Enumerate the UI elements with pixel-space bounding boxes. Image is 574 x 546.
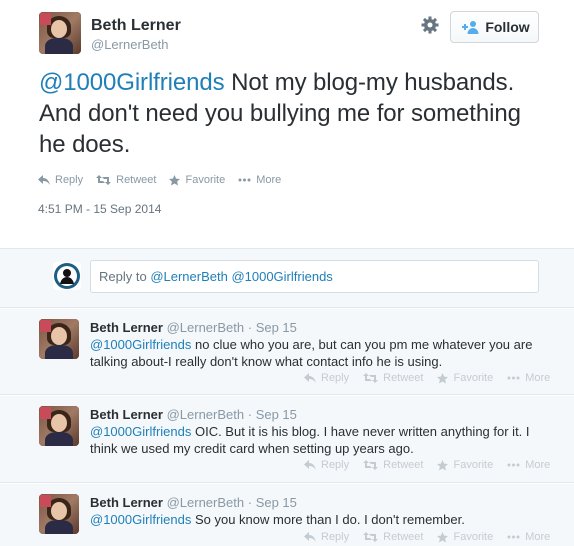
retweet-action[interactable]: Retweet bbox=[363, 459, 423, 471]
reply-label: Reply bbox=[321, 372, 350, 384]
user-avatar-icon bbox=[54, 263, 80, 289]
reply-action[interactable]: Reply bbox=[304, 372, 349, 384]
more-action[interactable]: More bbox=[238, 174, 281, 186]
star-icon bbox=[437, 531, 449, 542]
separator: · bbox=[244, 320, 256, 335]
star-icon bbox=[169, 174, 181, 185]
reply-actions: Reply Retweet Favorite More bbox=[304, 372, 564, 384]
reply-tweet: Beth Lerner @LernerBeth · Sep 15 @1000Gi… bbox=[0, 396, 574, 483]
reply-author-name[interactable]: Beth Lerner bbox=[90, 495, 163, 510]
reply-avatar[interactable] bbox=[39, 494, 79, 534]
separator: · bbox=[244, 407, 256, 422]
more-dots-icon bbox=[238, 178, 251, 182]
retweet-action[interactable]: Retweet bbox=[363, 372, 423, 384]
favorite-label: Favorite bbox=[453, 531, 494, 543]
author-avatar[interactable] bbox=[39, 12, 81, 54]
author-handle[interactable]: @LernerBeth bbox=[91, 37, 169, 52]
reply-actions: Reply Retweet Favorite More bbox=[304, 459, 564, 471]
retweet-label: Retweet bbox=[383, 531, 424, 543]
reply-header: Beth Lerner @LernerBeth · Sep 15 bbox=[90, 407, 297, 422]
retweet-icon bbox=[363, 373, 379, 383]
reply-input[interactable]: Reply to @LernerBeth @1000Girlfriends bbox=[90, 260, 539, 293]
retweet-label: Retweet bbox=[383, 459, 424, 471]
reply-mention[interactable]: @1000Girlfriends bbox=[90, 424, 191, 439]
reply-mention[interactable]: @1000Girlfriends bbox=[90, 512, 191, 527]
reply-header: Beth Lerner @LernerBeth · Sep 15 bbox=[90, 495, 297, 510]
reply-text: @1000Girlfriends OIC. But it is his blog… bbox=[90, 423, 540, 457]
reply-author-name[interactable]: Beth Lerner bbox=[90, 407, 163, 422]
favorite-action[interactable]: Favorite bbox=[437, 531, 493, 543]
more-dots-icon bbox=[507, 376, 520, 380]
main-tweet: Beth Lerner @LernerBeth Follow @1000Girl… bbox=[0, 0, 574, 248]
reply-tweet: Beth Lerner @LernerBeth · Sep 15 @1000Gi… bbox=[0, 309, 574, 395]
author-name[interactable]: Beth Lerner bbox=[91, 17, 181, 35]
reply-author-handle[interactable]: @LernerBeth bbox=[167, 495, 245, 510]
tweet-actions: Reply Retweet Favorite More bbox=[38, 174, 294, 186]
reply-label: Reply bbox=[321, 531, 350, 543]
retweet-label: Retweet bbox=[116, 174, 157, 186]
reply-author-name[interactable]: Beth Lerner bbox=[90, 320, 163, 335]
reply-action[interactable]: Reply bbox=[304, 459, 349, 471]
more-action[interactable]: More bbox=[507, 531, 550, 543]
reply-icon bbox=[304, 532, 316, 542]
reply-body: So you know more than I do. I don't reme… bbox=[191, 512, 465, 527]
reply-action[interactable]: Reply bbox=[38, 174, 83, 186]
reply-avatar[interactable] bbox=[39, 319, 79, 359]
separator: · bbox=[244, 495, 256, 510]
more-label: More bbox=[256, 174, 282, 186]
reply-action[interactable]: Reply bbox=[304, 531, 349, 543]
gear-icon[interactable] bbox=[420, 15, 440, 35]
retweet-action[interactable]: Retweet bbox=[363, 531, 423, 543]
more-action[interactable]: More bbox=[507, 459, 550, 471]
more-label: More bbox=[525, 459, 551, 471]
favorite-action[interactable]: Favorite bbox=[437, 372, 493, 384]
tweet-text: @1000Girlfriends Not my blog-my husbands… bbox=[39, 67, 544, 160]
retweet-label: Retweet bbox=[383, 372, 424, 384]
favorite-label: Favorite bbox=[453, 459, 494, 471]
reply-avatar[interactable] bbox=[39, 406, 79, 446]
current-user-avatar bbox=[53, 262, 81, 290]
reply-date[interactable]: Sep 15 bbox=[256, 495, 297, 510]
reply-mentions: @LernerBeth @1000Girlfriends bbox=[150, 269, 333, 284]
reply-label: Reply bbox=[321, 459, 350, 471]
reply-date[interactable]: Sep 15 bbox=[256, 407, 297, 422]
reply-actions: Reply Retweet Favorite More bbox=[304, 531, 564, 543]
tweet-mention[interactable]: @1000Girlfriends bbox=[39, 69, 225, 96]
follow-label: Follow bbox=[485, 19, 530, 35]
reply-prefix: Reply to bbox=[99, 269, 151, 284]
more-label: More bbox=[525, 531, 551, 543]
reply-header: Beth Lerner @LernerBeth · Sep 15 bbox=[90, 320, 297, 335]
favorite-action[interactable]: Favorite bbox=[437, 459, 493, 471]
reply-composer: Reply to @LernerBeth @1000Girlfriends bbox=[0, 248, 574, 308]
follow-button[interactable]: Follow bbox=[450, 11, 539, 43]
retweet-icon bbox=[363, 460, 379, 470]
retweet-icon bbox=[96, 175, 112, 185]
add-user-icon bbox=[462, 21, 479, 34]
reply-icon bbox=[304, 373, 316, 383]
star-icon bbox=[437, 372, 449, 383]
reply-tweet: Beth Lerner @LernerBeth · Sep 15 @1000Gi… bbox=[0, 484, 574, 546]
reply-label: Reply bbox=[55, 174, 84, 186]
reply-mention[interactable]: @1000Girlfriends bbox=[90, 337, 191, 352]
more-label: More bbox=[525, 372, 551, 384]
reply-icon bbox=[304, 460, 316, 470]
reply-author-handle[interactable]: @LernerBeth bbox=[167, 407, 245, 422]
more-dots-icon bbox=[507, 463, 520, 467]
star-icon bbox=[437, 459, 449, 470]
retweet-icon bbox=[363, 532, 379, 542]
favorite-label: Favorite bbox=[185, 174, 226, 186]
reply-date[interactable]: Sep 15 bbox=[256, 320, 297, 335]
reply-icon bbox=[38, 175, 50, 185]
reply-text: @1000Girlfriends no clue who you are, bu… bbox=[90, 336, 540, 370]
favorite-action[interactable]: Favorite bbox=[169, 174, 225, 186]
more-dots-icon bbox=[507, 535, 520, 539]
favorite-label: Favorite bbox=[453, 372, 494, 384]
retweet-action[interactable]: Retweet bbox=[96, 174, 156, 186]
reply-text: @1000Girlfriends So you know more than I… bbox=[90, 511, 540, 528]
reply-author-handle[interactable]: @LernerBeth bbox=[167, 320, 245, 335]
more-action[interactable]: More bbox=[507, 372, 550, 384]
tweet-timestamp[interactable]: 4:51 PM - 15 Sep 2014 bbox=[38, 202, 161, 216]
